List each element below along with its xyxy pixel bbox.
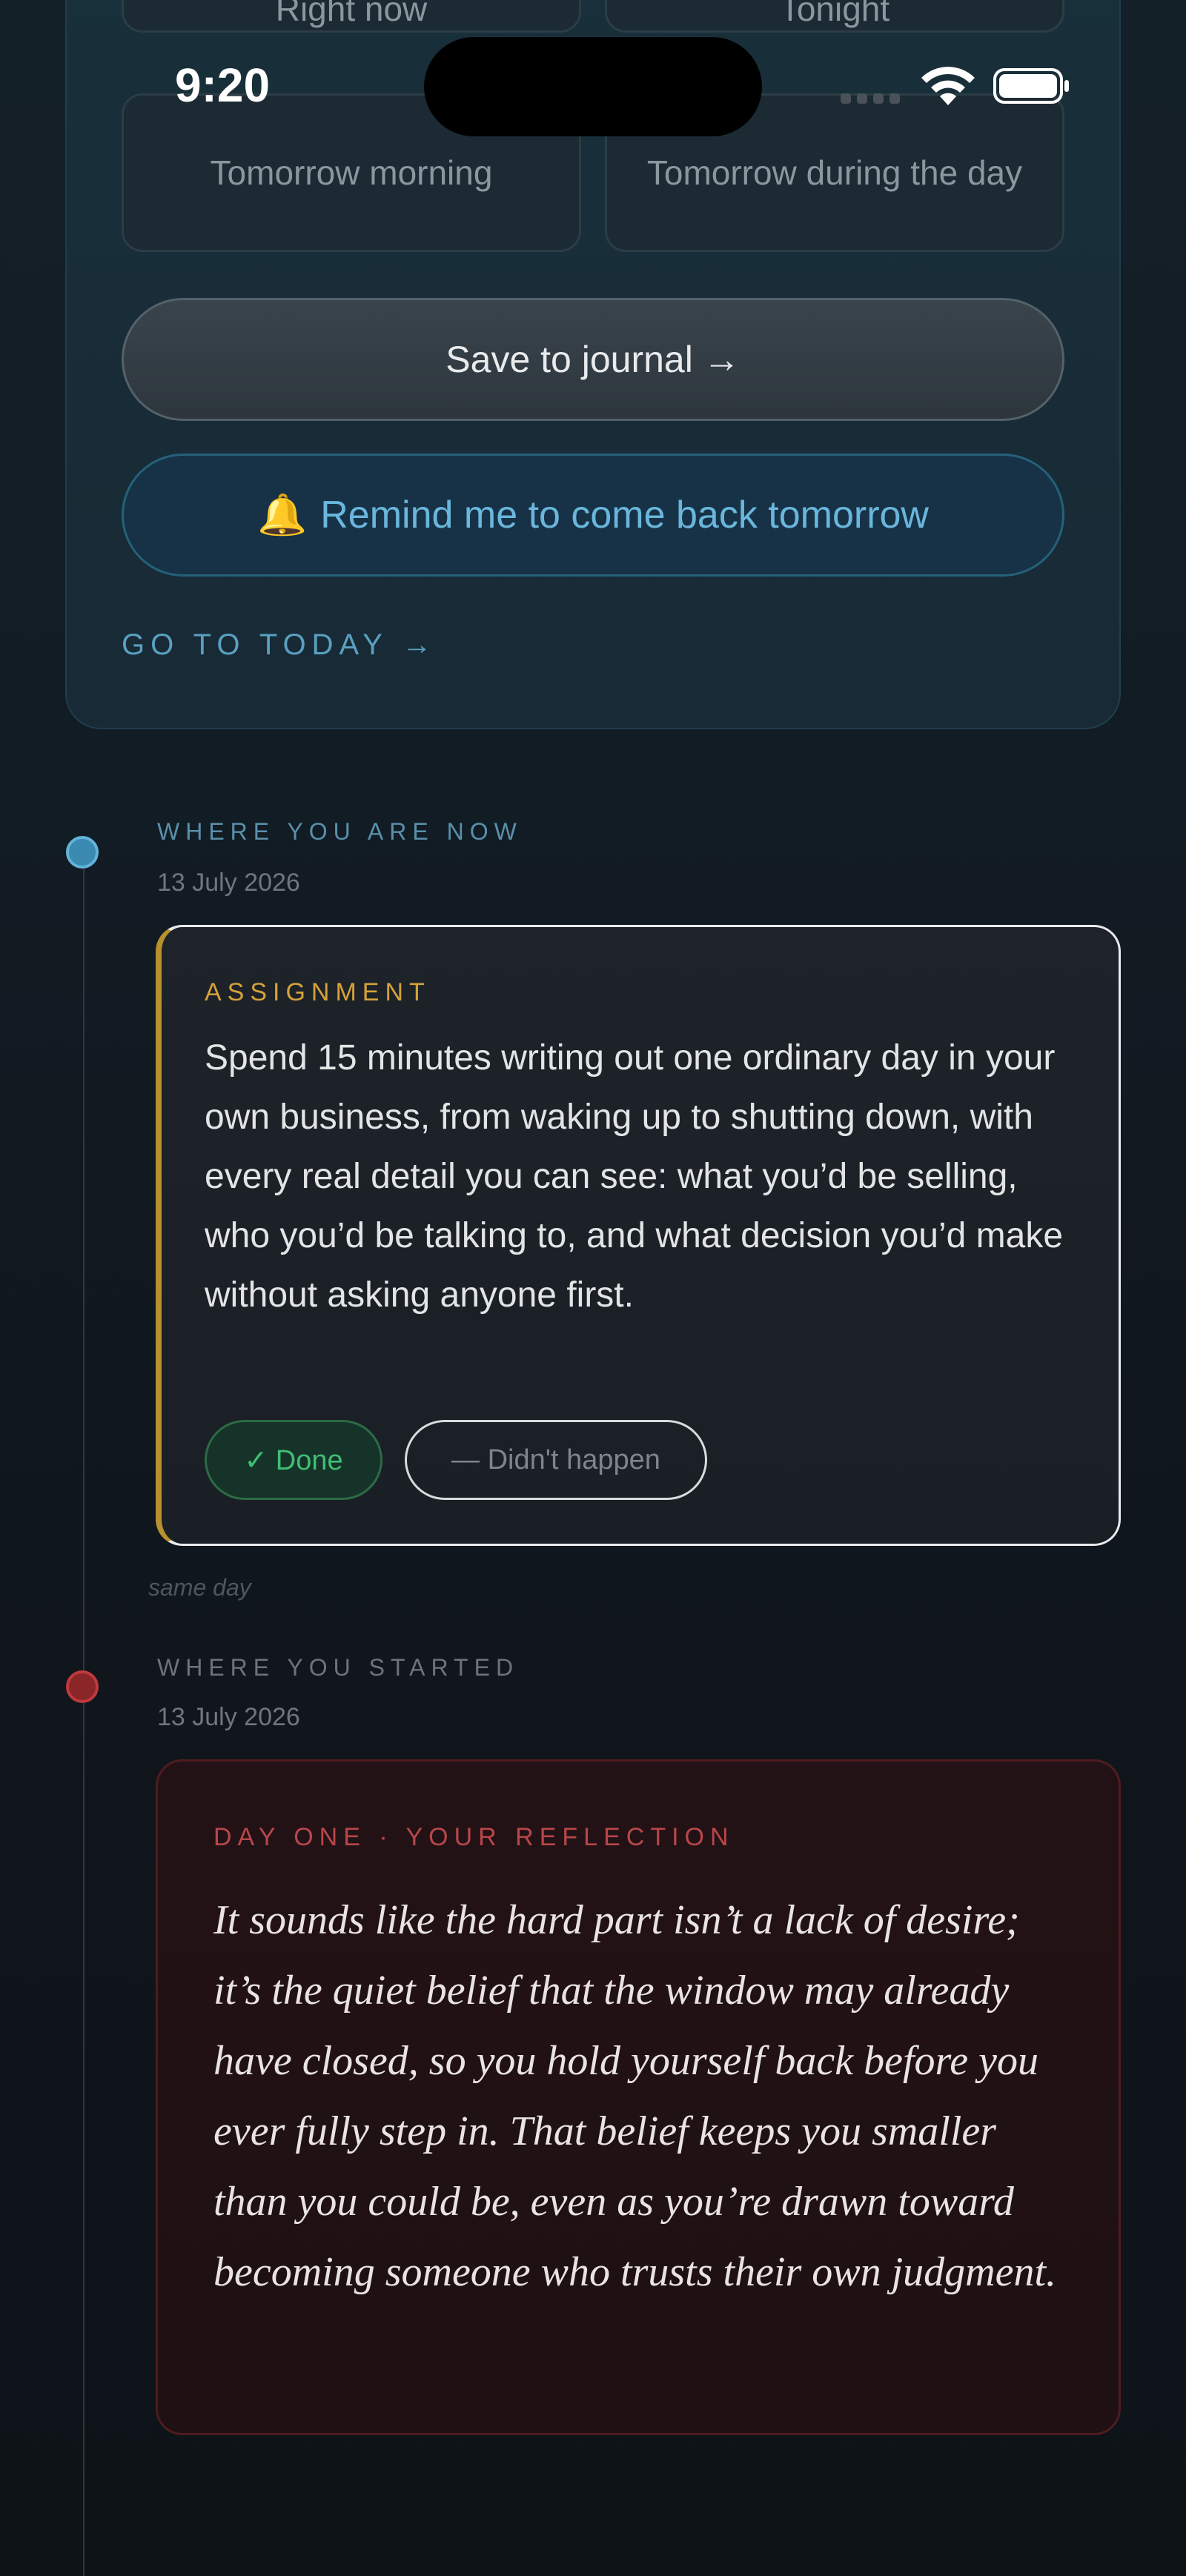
timeline-dot-now [66, 836, 99, 869]
assignment-label: ASSIGNMENT [205, 978, 431, 1006]
save-button-label: Save to journal → [445, 339, 741, 380]
save-to-journal-button[interactable]: Save to journal → [122, 298, 1064, 421]
section-label-now: WHERE YOU ARE NOW [157, 818, 523, 845]
go-to-today-link[interactable]: GO TO TODAY → [122, 628, 437, 662]
timeline-gap-label: same day [148, 1574, 251, 1601]
timing-option-right-now[interactable]: Right now [122, 0, 581, 33]
timing-option-label: Tomorrow morning [210, 153, 493, 192]
done-button[interactable]: ✓ Done [205, 1420, 382, 1500]
remind-tomorrow-button[interactable]: 🔔 Remind me to come back tomorrow [122, 454, 1064, 577]
reflection-label: DAY ONE · YOUR REFLECTION [213, 1823, 735, 1851]
timeline-line [83, 852, 85, 2576]
timeline-dot-start [66, 1670, 99, 1703]
didnt-happen-button[interactable]: — Didn't happen [405, 1420, 707, 1500]
section-label-start: WHERE YOU STARTED [157, 1654, 520, 1681]
battery-icon [993, 68, 1069, 104]
didnt-happen-label: — Didn't happen [451, 1444, 660, 1475]
timing-option-label: Right now [275, 0, 428, 28]
assignment-text: Spend 15 minutes writing out one ordinar… [205, 1038, 1064, 1315]
timing-option-label: Tonight [779, 0, 890, 28]
cellular-signal-icon [841, 93, 900, 104]
wifi-icon [921, 67, 975, 105]
reflection-text: It sounds like the hard part isn’t a lac… [213, 1897, 1057, 2295]
timing-option-label: Tomorrow during the day [646, 153, 1023, 192]
timing-option-tonight[interactable]: Tonight [605, 0, 1064, 33]
remind-button-label: Remind me to come back tomorrow [320, 494, 929, 537]
dynamic-island [424, 37, 762, 136]
done-button-label: ✓ Done [244, 1444, 343, 1476]
status-time: 9:20 [175, 59, 271, 112]
bell-icon: 🔔 [257, 492, 308, 537]
section-date-now: 13 July 2026 [157, 869, 300, 897]
section-date-start: 13 July 2026 [157, 1703, 300, 1731]
